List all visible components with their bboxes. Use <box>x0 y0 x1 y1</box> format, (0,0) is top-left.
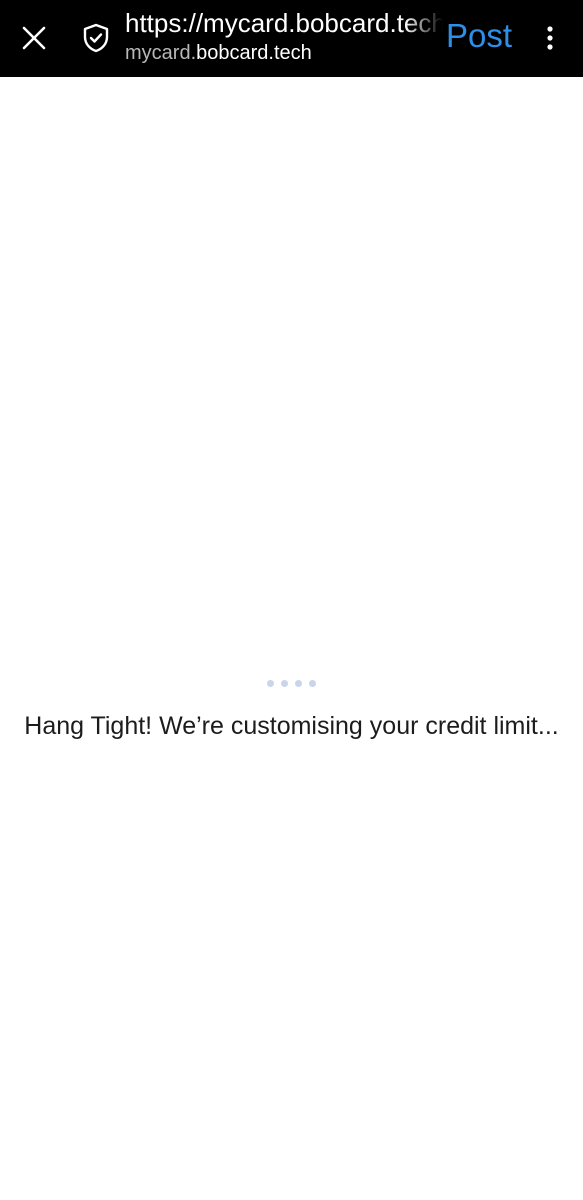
loading-indicator <box>0 680 583 687</box>
shield-check-icon <box>83 23 109 53</box>
close-button[interactable] <box>14 18 54 58</box>
more-vertical-icon <box>547 26 553 50</box>
post-button[interactable]: Post <box>446 16 512 56</box>
site-security-button[interactable] <box>78 20 114 56</box>
close-icon <box>22 26 46 50</box>
loading-dot <box>267 680 274 687</box>
loading-dot <box>309 680 316 687</box>
loading-dot <box>281 680 288 687</box>
address-bar[interactable]: https://mycard.bobcard.tech mycard.bobca… <box>125 6 443 72</box>
domain-prefix: mycard. <box>125 42 197 64</box>
url-text: https://mycard.bobcard.tech <box>125 8 443 38</box>
domain-text: mycard.bobcard.tech <box>125 40 443 66</box>
loading-dot <box>295 680 302 687</box>
browser-toolbar: https://mycard.bobcard.tech mycard.bobca… <box>0 0 583 77</box>
more-options-button[interactable] <box>530 18 570 58</box>
loading-message: Hang Tight! We’re customising your credi… <box>24 712 559 740</box>
domain-main: bobcard.tech <box>196 42 312 64</box>
